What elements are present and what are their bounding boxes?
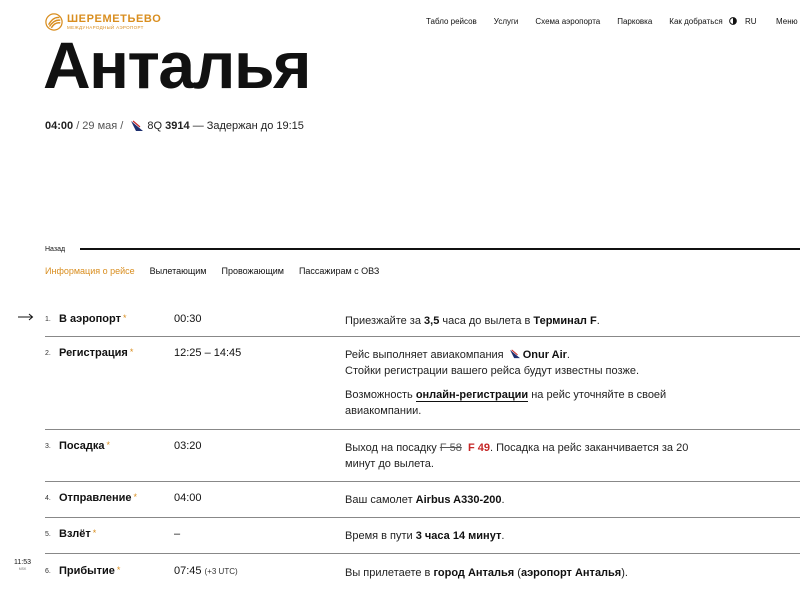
row-divider [45, 429, 800, 430]
step-number: 1. [45, 316, 51, 323]
menu-button[interactable]: Меню [776, 17, 798, 26]
flight-date: / 29 мая / [73, 120, 127, 132]
step-number: 2. [45, 350, 51, 357]
step-title: В аэропорт * [59, 313, 127, 325]
step-time: 12:25 – 14:45 [174, 347, 242, 359]
step-time: 00:30 [174, 313, 202, 325]
contrast-toggle-icon[interactable] [729, 17, 737, 25]
tab-departing[interactable]: Вылетающим [150, 266, 207, 276]
step-title: Регистрация * [59, 347, 134, 359]
new-gate: F 49 [467, 442, 490, 454]
section-divider [80, 248, 800, 250]
top-navigation: Табло рейсов Услуги Схема аэропорта Парк… [426, 17, 740, 26]
step-number: 3. [45, 443, 51, 450]
step-description: Рейс выполняет авиакомпания Onur Air. Ст… [345, 349, 667, 417]
online-checkin-link[interactable]: онлайн-регистрации [415, 389, 529, 402]
back-link[interactable]: Назад [45, 246, 65, 253]
row-divider [45, 481, 800, 482]
destination-city: Анталья [43, 28, 312, 102]
step-title: Прибытие * [59, 565, 121, 577]
nav-airport-map[interactable]: Схема аэропорта [535, 17, 600, 26]
flight-status: — Задержан до 19:15 [189, 120, 304, 132]
step-title: Взлёт * [59, 528, 97, 540]
nav-services[interactable]: Услуги [494, 17, 519, 26]
step-description: Ваш самолет Airbus A330-200. [345, 494, 505, 506]
old-gate: F 58 [439, 442, 462, 454]
step-time: 07:45 (+3 UTC) [174, 565, 238, 577]
airline-logo-icon [131, 120, 144, 131]
tabs: Информация о рейсе Вылетающим Провожающи… [45, 266, 394, 276]
clock-timezone: MSK [18, 567, 27, 571]
step-description: Приезжайте за 3,5 часа до вылета в Терми… [345, 315, 600, 327]
local-clock: 11:53 MSK [14, 559, 31, 571]
timezone-note: (+3 UTC) [204, 567, 238, 576]
step-description: Вы прилетаете в город Анталья (аэропорт … [345, 567, 628, 579]
step-number: 4. [45, 495, 51, 502]
row-divider [45, 336, 800, 337]
step-description: Выход на посадку F 58 F 49. Посадка на р… [345, 442, 689, 470]
language-switch[interactable]: RU [745, 17, 757, 26]
step-number: 5. [45, 531, 51, 538]
departure-time: 04:00 [45, 120, 74, 132]
tab-seeing-off[interactable]: Провожающим [221, 266, 283, 276]
step-time: 04:00 [174, 492, 202, 504]
row-divider [45, 553, 800, 554]
nav-how-to-get[interactable]: Как добраться [669, 17, 722, 26]
step-title: Посадка * [59, 440, 110, 452]
step-time: 03:20 [174, 440, 202, 452]
step-title: Отправление * [59, 492, 138, 504]
step-time: – [174, 528, 181, 540]
tab-reduced-mobility[interactable]: Пассажирам с ОВЗ [299, 266, 379, 276]
nav-flight-board[interactable]: Табло рейсов [426, 17, 477, 26]
logo-name: ШЕРЕМЕТЬЕВО [67, 12, 162, 25]
current-step-arrow-icon [18, 313, 34, 321]
flight-code-prefix: 8Q [147, 120, 163, 132]
flight-code-number: 3914 [165, 120, 190, 132]
flight-summary: 04:00 / 29 мая / 8Q 3914 — Задержан до 1… [45, 120, 304, 132]
step-description: Время в пути 3 часа 14 минут. [345, 530, 505, 542]
clock-time: 11:53 [14, 559, 31, 566]
step-number: 6. [45, 568, 51, 575]
row-divider [45, 517, 800, 518]
tab-flight-info[interactable]: Информация о рейсе [45, 266, 135, 276]
airline-logo-icon [509, 349, 520, 359]
nav-parking[interactable]: Парковка [617, 17, 652, 26]
